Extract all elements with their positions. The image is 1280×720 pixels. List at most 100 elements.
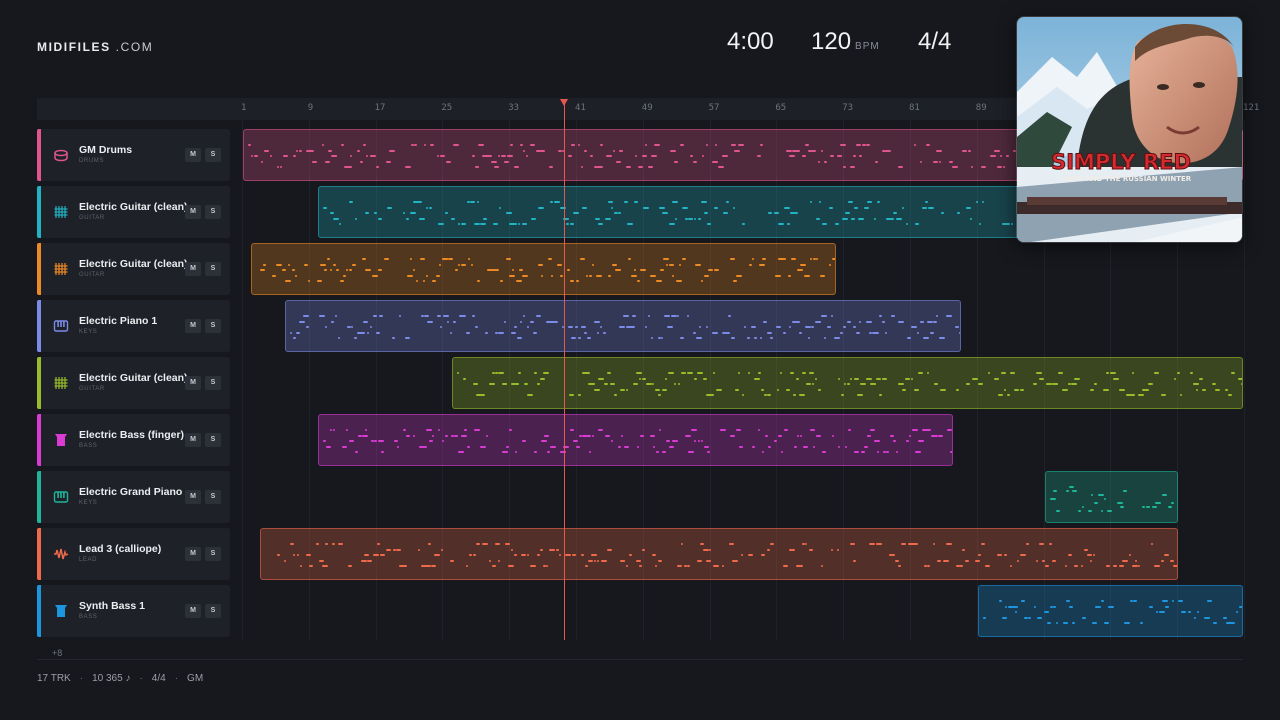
playhead[interactable] (564, 100, 566, 640)
midi-note (659, 206, 666, 209)
midi-note (505, 212, 512, 215)
midi-note (916, 331, 919, 334)
midi-clip[interactable] (451, 357, 1243, 409)
midi-clip[interactable] (259, 528, 1179, 580)
midi-note (747, 554, 753, 557)
midi-clip[interactable] (1044, 471, 1179, 523)
mute-button[interactable]: M (185, 604, 201, 618)
midi-note (331, 543, 335, 545)
midi-note (661, 388, 667, 391)
ruler-tick: 1 (241, 103, 247, 113)
solo-button[interactable]: S (205, 547, 221, 561)
more-tracks-indicator[interactable]: +8 (52, 648, 62, 658)
midi-note (697, 440, 700, 443)
track-header[interactable]: Electric Piano 1 KEYS M S (37, 300, 230, 352)
midi-note (843, 326, 847, 329)
midi-note (824, 337, 827, 340)
mute-button[interactable]: M (185, 262, 201, 276)
midi-note (526, 155, 529, 158)
midi-note (1176, 372, 1180, 374)
solo-button[interactable]: S (205, 490, 221, 504)
solo-button[interactable]: S (205, 604, 221, 618)
midi-note (908, 434, 911, 437)
midi-note (664, 315, 671, 317)
midi-note (294, 274, 297, 277)
midi-note (1058, 372, 1064, 374)
midi-note (499, 206, 502, 209)
midi-note (680, 543, 683, 545)
midi-clip[interactable] (318, 414, 953, 466)
midi-clip[interactable] (977, 585, 1243, 637)
midi-note (1091, 494, 1094, 496)
track-header[interactable]: Electric Bass (finger) BASS M S (37, 414, 230, 466)
mute-button[interactable]: M (185, 547, 201, 561)
midi-note (305, 326, 309, 329)
midi-note (530, 565, 537, 568)
midi-note (1014, 611, 1017, 614)
midi-note (312, 160, 317, 163)
midi-note (299, 149, 303, 152)
midi-clip[interactable] (251, 243, 836, 295)
track-count: 17 TRK (37, 673, 71, 684)
midi-note (1123, 622, 1130, 625)
midi-note (457, 223, 460, 226)
midi-note (622, 315, 629, 317)
midi-note (915, 223, 920, 226)
midi-note (866, 377, 873, 380)
midi-note (1051, 559, 1056, 562)
solo-button[interactable]: S (205, 148, 221, 162)
track-header[interactable]: Lead 3 (calliope) LEAD M S (37, 528, 230, 580)
track-category: GUITAR (79, 386, 105, 392)
midi-note (627, 223, 634, 226)
midi-note (1192, 383, 1199, 386)
mute-button[interactable]: M (185, 376, 201, 390)
midi-note (323, 269, 327, 272)
mute-button[interactable]: M (185, 148, 201, 162)
midi-note (914, 388, 920, 391)
midi-note (709, 394, 714, 397)
midi-note (507, 565, 514, 568)
mute-button[interactable]: M (185, 205, 201, 219)
midi-note (592, 263, 595, 266)
solo-button[interactable]: S (205, 262, 221, 276)
solo-button[interactable]: S (205, 319, 221, 333)
midi-note (766, 331, 772, 334)
track-header[interactable]: Electric Grand Piano KEYS M S (37, 471, 230, 523)
midi-note (577, 337, 581, 340)
midi-note (763, 320, 768, 323)
midi-note (424, 144, 426, 146)
track-header[interactable]: Electric Guitar (clean) GUITAR M S (37, 357, 230, 409)
midi-note (498, 372, 505, 374)
solo-button[interactable]: S (205, 433, 221, 447)
midi-note (1202, 388, 1207, 391)
midi-note (805, 543, 808, 545)
track-header[interactable]: Electric Guitar (clean) GUITAR M S (37, 243, 230, 295)
mute-button[interactable]: M (185, 319, 201, 333)
midi-note (703, 212, 708, 215)
solo-button[interactable]: S (205, 376, 221, 390)
midi-note (505, 445, 509, 448)
midi-note (604, 217, 611, 220)
midi-note (523, 149, 526, 152)
midi-note (517, 372, 521, 374)
midi-note (398, 315, 401, 317)
midi-note (827, 326, 832, 329)
mute-button[interactable]: M (185, 433, 201, 447)
bass-icon (53, 603, 69, 619)
track-header[interactable]: Synth Bass 1 BASS M S (37, 585, 230, 637)
midi-clip[interactable] (318, 186, 1112, 238)
solo-button[interactable]: S (205, 205, 221, 219)
midi-note (550, 201, 554, 203)
midi-note (811, 149, 817, 152)
track-header[interactable]: GM Drums DRUMS M S (37, 129, 230, 181)
midi-note (796, 434, 799, 437)
midi-note (1131, 372, 1134, 374)
midi-note (840, 331, 844, 334)
mute-button[interactable]: M (185, 490, 201, 504)
track-header[interactable]: Electric Guitar (clean) GUITAR M S (37, 186, 230, 238)
midi-note (367, 559, 373, 562)
midi-note (897, 320, 904, 323)
midi-note (841, 217, 848, 220)
playhead-handle[interactable] (560, 99, 569, 106)
midi-clip[interactable] (284, 300, 962, 352)
